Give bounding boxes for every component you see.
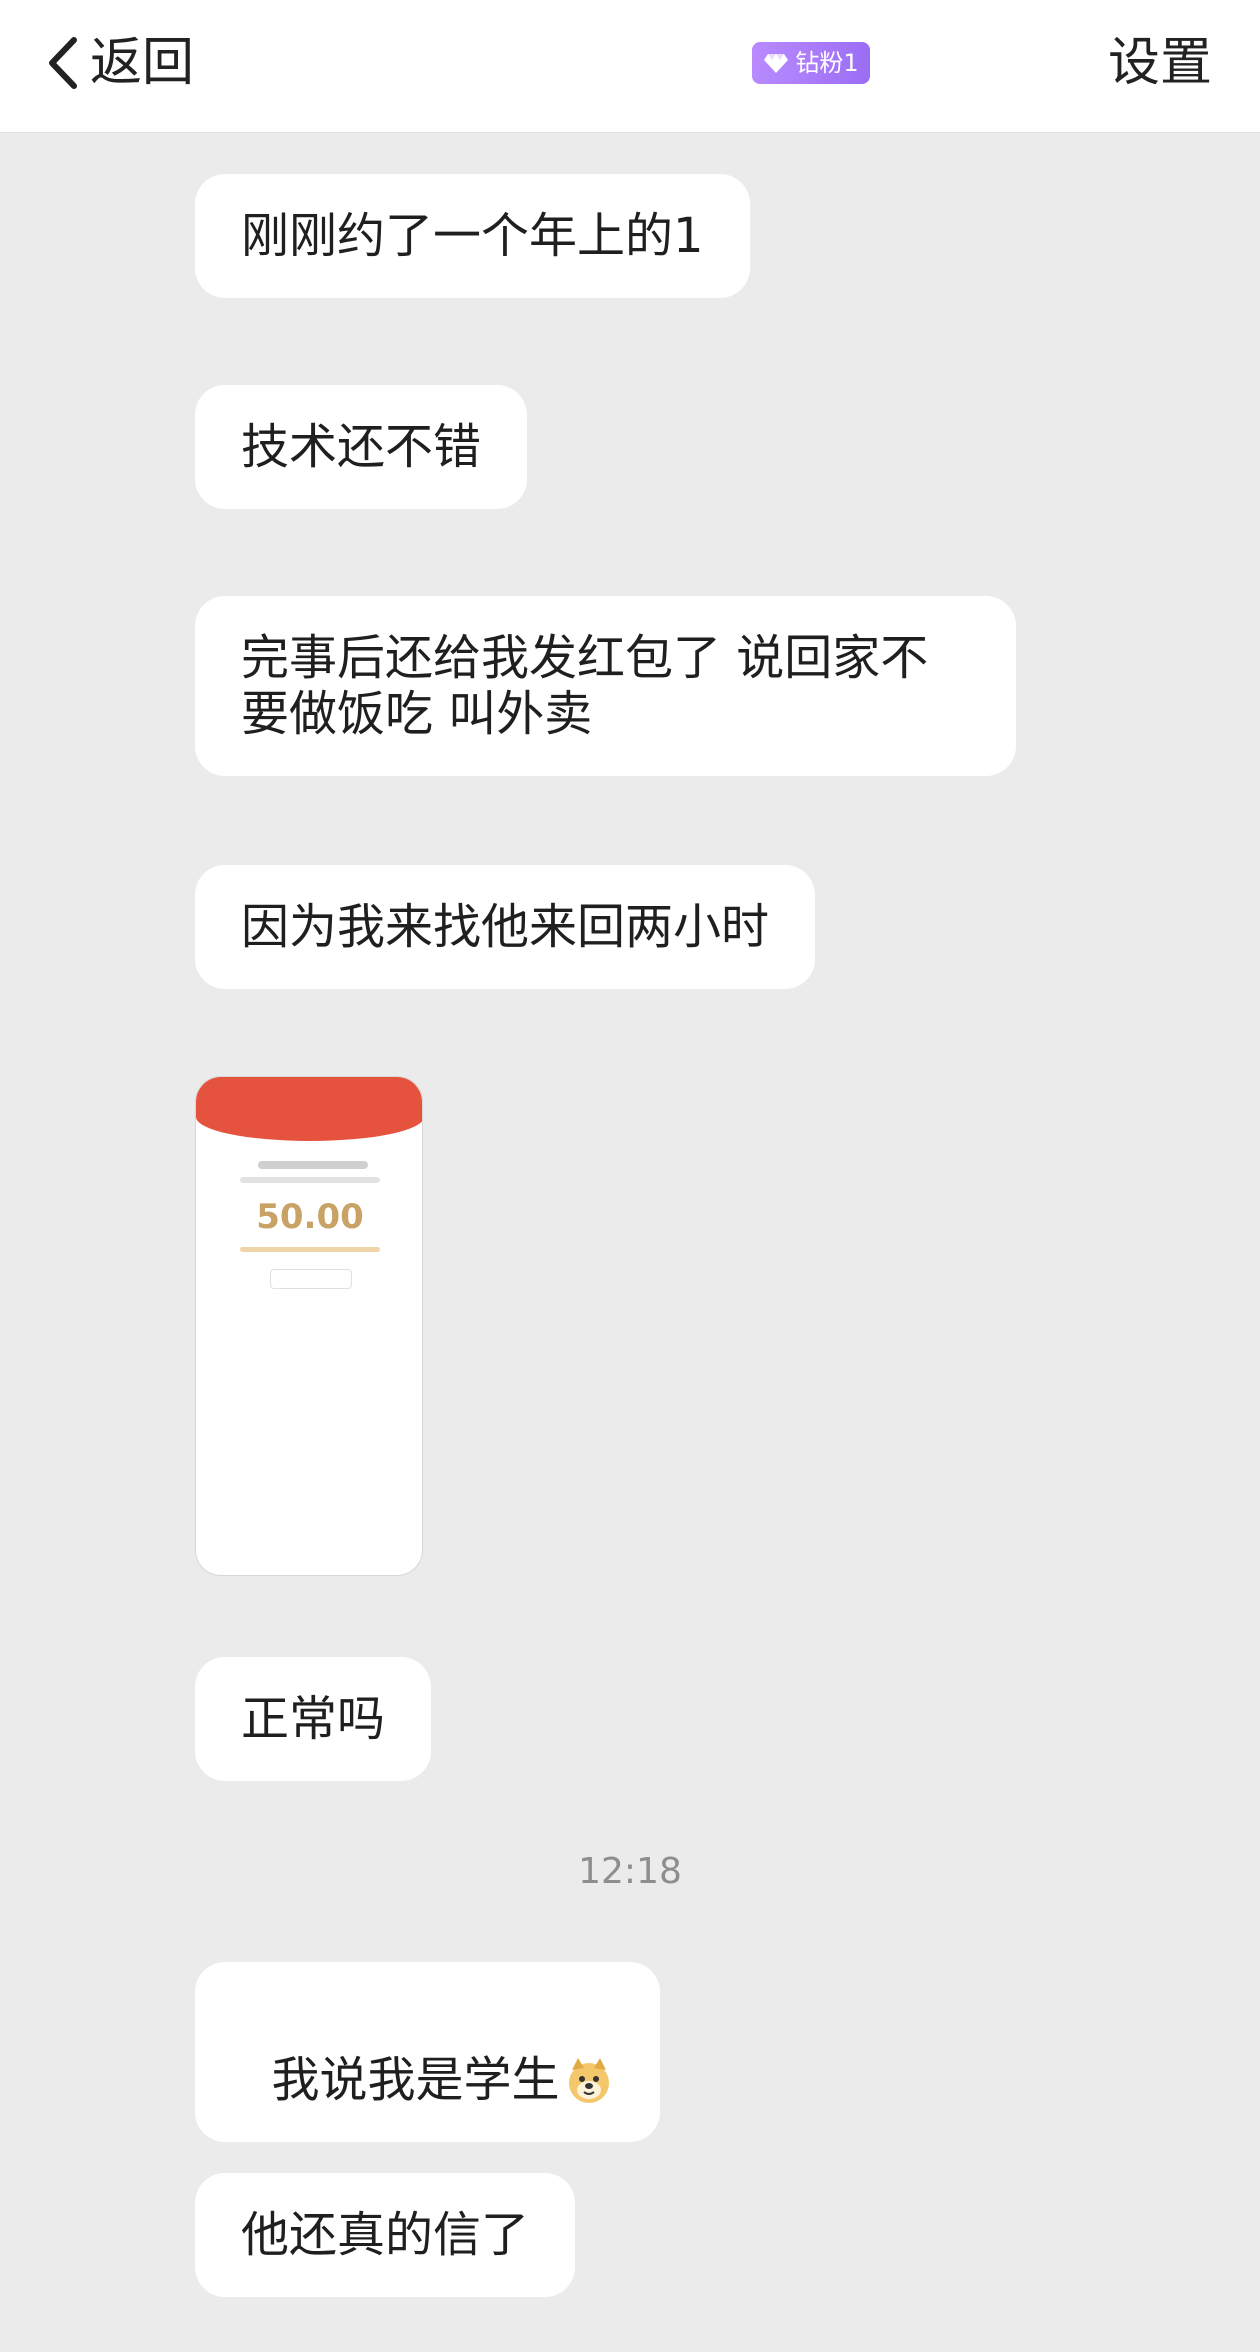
back-label: 返回 (90, 33, 195, 93)
chevron-left-icon (49, 37, 77, 89)
chat-timestamp: 12:18 (578, 1851, 682, 1892)
diamond-icon (764, 54, 789, 73)
message-text: 我说我是学生 (271, 2052, 560, 2108)
message-bubble[interactable]: 技术还不错 (195, 385, 528, 509)
message-bubble[interactable]: 完事后还给我发红包了 说回家不 要做饭吃 叫外卖 (195, 596, 1016, 776)
red-packet-amount: 50.00 (256, 1197, 364, 1237)
top-navigation-bar: 返回 钻粉1 设置 (0, 0, 1260, 133)
red-packet-button-placeholder (270, 1269, 352, 1289)
fan-badge[interactable]: 钻粉1 (752, 42, 870, 84)
message-bubble[interactable]: 因为我来找他来回两小时 (195, 865, 816, 989)
back-button[interactable]: 返回 (40, 28, 194, 98)
badge-label: 钻粉1 (795, 49, 859, 77)
message-bubble[interactable]: 他还真的信了 (195, 2173, 576, 2297)
image-message-thumbnail[interactable]: 50.00 (195, 1076, 423, 1576)
settings-button[interactable]: 设置 (1108, 30, 1212, 96)
message-bubble[interactable]: 刚刚约了一个年上的1 (195, 174, 750, 298)
doge-emoji-icon (568, 2058, 609, 2103)
message-bubble[interactable]: 正常吗 (195, 1657, 432, 1781)
red-packet-note-placeholder (240, 1247, 380, 1252)
red-packet-sender-placeholder (258, 1161, 368, 1169)
message-bubble[interactable]: 我说我是学生 (195, 1962, 660, 2142)
red-packet-header (196, 1077, 422, 1141)
red-packet-subtitle-placeholder (240, 1177, 380, 1183)
